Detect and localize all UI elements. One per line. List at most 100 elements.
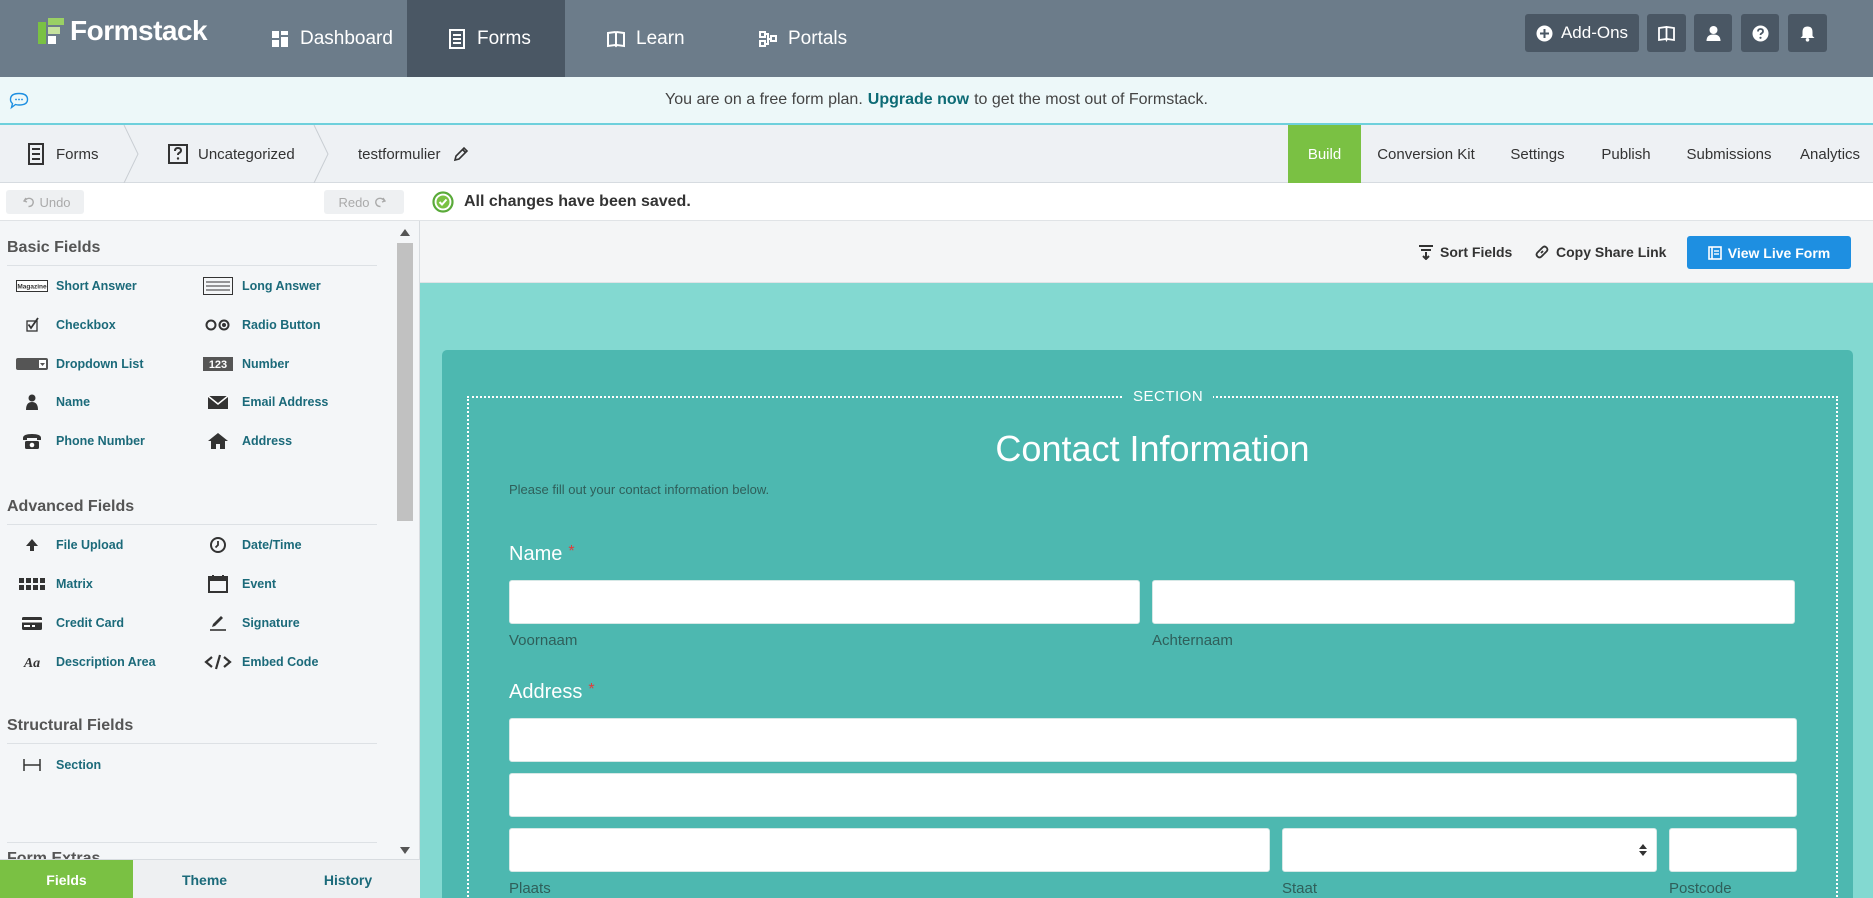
breadcrumb-uncategorized[interactable]: Uncategorized xyxy=(168,125,295,183)
nav-forms[interactable]: Forms xyxy=(407,0,565,77)
field-credit-card[interactable]: Credit Card xyxy=(16,614,124,632)
field-radio-button[interactable]: Radio Button xyxy=(202,316,320,334)
field-phone-number[interactable]: Phone Number xyxy=(16,432,145,450)
divider xyxy=(7,743,377,744)
pencil-icon[interactable] xyxy=(453,146,469,162)
svg-text:Aa: Aa xyxy=(23,656,40,671)
nav-dashboard-label: Dashboard xyxy=(300,27,393,49)
copy-share-link-button[interactable]: Copy Share Link xyxy=(1534,221,1666,283)
field-palette-panel: Undo Redo Basic Fields Magazine Short An… xyxy=(0,183,420,898)
add-ons-label: Add-Ons xyxy=(1560,23,1629,42)
envelope-icon xyxy=(202,393,234,411)
breadcrumb-form-name[interactable]: testformulier xyxy=(358,125,469,183)
sidebar-scrollbar[interactable] xyxy=(392,221,418,861)
nav-dashboard[interactable]: Dashboard xyxy=(258,0,408,77)
field-signature[interactable]: Signature xyxy=(202,614,300,632)
chat-bubble-icon[interactable] xyxy=(9,92,29,110)
scroll-up-arrow-icon[interactable] xyxy=(397,226,413,240)
tab-history[interactable]: History xyxy=(276,860,420,898)
tab-analytics[interactable]: Analytics xyxy=(1800,125,1873,183)
tab-theme[interactable]: Theme xyxy=(133,860,276,898)
field-long-answer[interactable]: Long Answer xyxy=(202,277,321,295)
undo-button[interactable]: Undo xyxy=(6,190,84,214)
field-dropdown-list[interactable]: Dropdown List xyxy=(16,355,144,373)
field-address[interactable]: Address xyxy=(202,432,292,450)
book-icon xyxy=(1658,25,1675,42)
field-email-address[interactable]: Email Address xyxy=(202,393,328,411)
field-name[interactable]: Name xyxy=(16,393,90,411)
address-field-label: Address * xyxy=(509,681,595,704)
tab-submissions[interactable]: Submissions xyxy=(1684,125,1774,183)
field-event[interactable]: Event xyxy=(202,575,276,593)
brand-name: Formstack xyxy=(70,15,208,46)
last-name-input[interactable] xyxy=(1152,580,1795,624)
notifications-button[interactable] xyxy=(1788,14,1827,52)
dashboard-icon xyxy=(270,29,290,49)
field-checkbox[interactable]: Checkbox xyxy=(16,316,116,334)
svg-text:123: 123 xyxy=(209,359,227,371)
section-heading-advanced: Advanced Fields xyxy=(7,498,135,515)
field-label: Number xyxy=(242,357,290,371)
city-input[interactable] xyxy=(509,828,1270,872)
view-live-form-button[interactable]: View Live Form xyxy=(1687,236,1851,269)
formstack-logo[interactable]: Formstack xyxy=(36,14,208,48)
tab-build[interactable]: Build xyxy=(1288,125,1361,183)
sort-icon xyxy=(1419,245,1433,260)
field-file-upload[interactable]: File Upload xyxy=(16,536,123,554)
nav-portals[interactable]: Portals xyxy=(740,0,870,77)
field-date-time[interactable]: Date/Time xyxy=(202,536,302,554)
breadcrumb-uncategorized-label: Uncategorized xyxy=(198,145,295,163)
first-name-input[interactable] xyxy=(509,580,1140,624)
form-section[interactable]: SECTION Contact Information Please fill … xyxy=(467,388,1838,898)
section-heading-structural: Structural Fields xyxy=(7,717,134,734)
scroll-down-arrow-icon[interactable] xyxy=(397,843,413,857)
field-label: Phone Number xyxy=(56,434,145,448)
upgrade-notice: You are on a free form plan. Upgrade now… xyxy=(0,77,1873,125)
field-number[interactable]: 123 Number xyxy=(202,355,289,373)
field-short-answer[interactable]: Magazine Short Answer xyxy=(16,277,137,295)
tab-conversion-kit[interactable]: Conversion Kit xyxy=(1370,125,1482,183)
section-description: Please fill out your contact information… xyxy=(509,482,770,497)
field-embed-code[interactable]: Embed Code xyxy=(202,653,318,671)
breadcrumb-separator xyxy=(123,124,139,184)
address-label-text: Address xyxy=(509,681,583,703)
redo-button[interactable]: Redo xyxy=(324,190,404,214)
bell-icon xyxy=(1800,26,1815,42)
clock-icon xyxy=(202,536,234,554)
address-line1-input[interactable] xyxy=(509,718,1797,762)
nav-learn[interactable]: Learn xyxy=(588,0,708,77)
postcode-input[interactable] xyxy=(1669,828,1797,872)
nav-learn-label: Learn xyxy=(636,27,685,49)
save-status: All changes have been saved. xyxy=(420,183,1873,221)
resources-button[interactable] xyxy=(1647,14,1686,52)
add-ons-button[interactable]: Add-Ons xyxy=(1525,14,1639,52)
sort-fields-button[interactable]: Sort Fields xyxy=(1418,221,1512,283)
tab-fields[interactable]: Fields xyxy=(0,860,133,898)
address-line2-input[interactable] xyxy=(509,773,1797,817)
form-canvas: SECTION Contact Information Please fill … xyxy=(420,283,1873,898)
tab-publish[interactable]: Publish xyxy=(1595,125,1657,183)
state-select[interactable] xyxy=(1282,828,1657,872)
breadcrumb-forms[interactable]: Forms xyxy=(26,125,99,183)
upgrade-now-link[interactable]: Upgrade now xyxy=(868,91,969,109)
redo-label: Redo xyxy=(338,194,370,210)
field-matrix[interactable]: Matrix xyxy=(16,575,93,593)
divider xyxy=(7,842,377,843)
required-marker: * xyxy=(568,543,575,560)
tab-settings[interactable]: Settings xyxy=(1500,125,1575,183)
account-button[interactable] xyxy=(1694,14,1732,52)
undo-icon xyxy=(23,197,35,208)
field-description-area[interactable]: Aa Description Area xyxy=(16,653,156,671)
section-title: Contact Information xyxy=(995,428,1310,469)
folder-unknown-icon xyxy=(168,144,188,164)
divider xyxy=(7,265,377,266)
field-label: Dropdown List xyxy=(56,357,144,371)
breadcrumb: Forms Uncategorized testformulier Build … xyxy=(0,124,1873,184)
field-section[interactable]: Section xyxy=(16,756,101,774)
help-button[interactable] xyxy=(1741,14,1779,52)
breadcrumb-forms-label: Forms xyxy=(56,145,99,163)
scrollbar-thumb[interactable] xyxy=(397,243,413,521)
checkbox-icon xyxy=(16,316,48,334)
name-field-label: Name * xyxy=(509,543,575,566)
check-circle-icon xyxy=(432,190,454,213)
